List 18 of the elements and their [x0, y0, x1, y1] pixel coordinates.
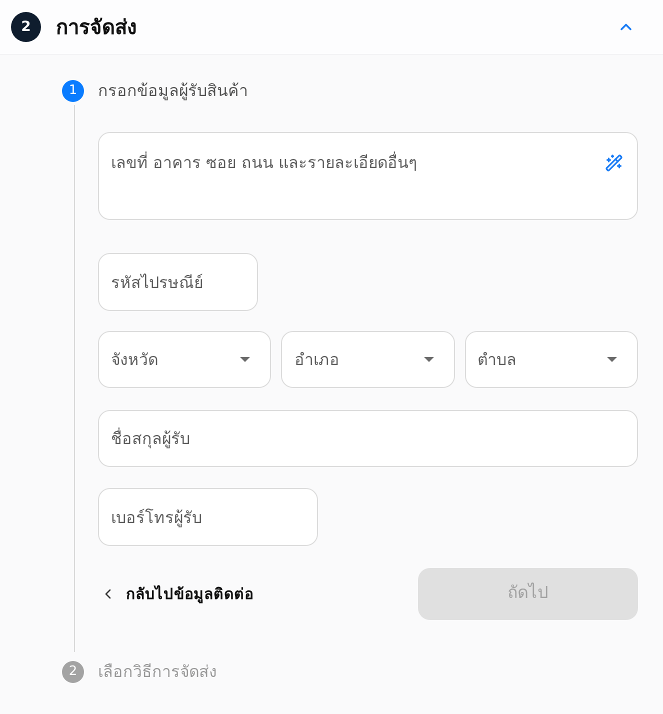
step-number: 1: [62, 80, 84, 102]
back-link[interactable]: กลับไปข้อมูลติดต่อ: [98, 582, 254, 606]
recipient-name-field[interactable]: ชื่อสกุลผู้รับ: [98, 410, 638, 467]
dropdown-select[interactable]: จังหวัด: [98, 331, 272, 388]
step-number: 2: [62, 661, 84, 683]
dropdown-select[interactable]: อำเภอ: [281, 331, 455, 388]
section-title: การจัดส่ง: [56, 14, 137, 41]
step-label: กรอกข้อมูลผู้รับสินค้า: [98, 80, 248, 102]
dropdown-select[interactable]: ตำบล: [464, 331, 638, 388]
magic-wand-icon[interactable]: [605, 154, 623, 172]
step-label: เลือกวิธีการจัดส่ง: [98, 661, 217, 683]
address-field[interactable]: เลขที่ อาคาร ซอย ถนน และรายละเอียดอื่นๆ: [98, 132, 638, 220]
postal-code-field[interactable]: รหัสไปรษณีย์: [98, 253, 258, 311]
phone-field[interactable]: เบอร์โทรผู้รับ: [98, 488, 318, 546]
caret-icon: [240, 357, 250, 362]
caret-icon: [424, 357, 434, 362]
section-number: 2: [11, 12, 41, 42]
caret-icon: [606, 357, 617, 362]
